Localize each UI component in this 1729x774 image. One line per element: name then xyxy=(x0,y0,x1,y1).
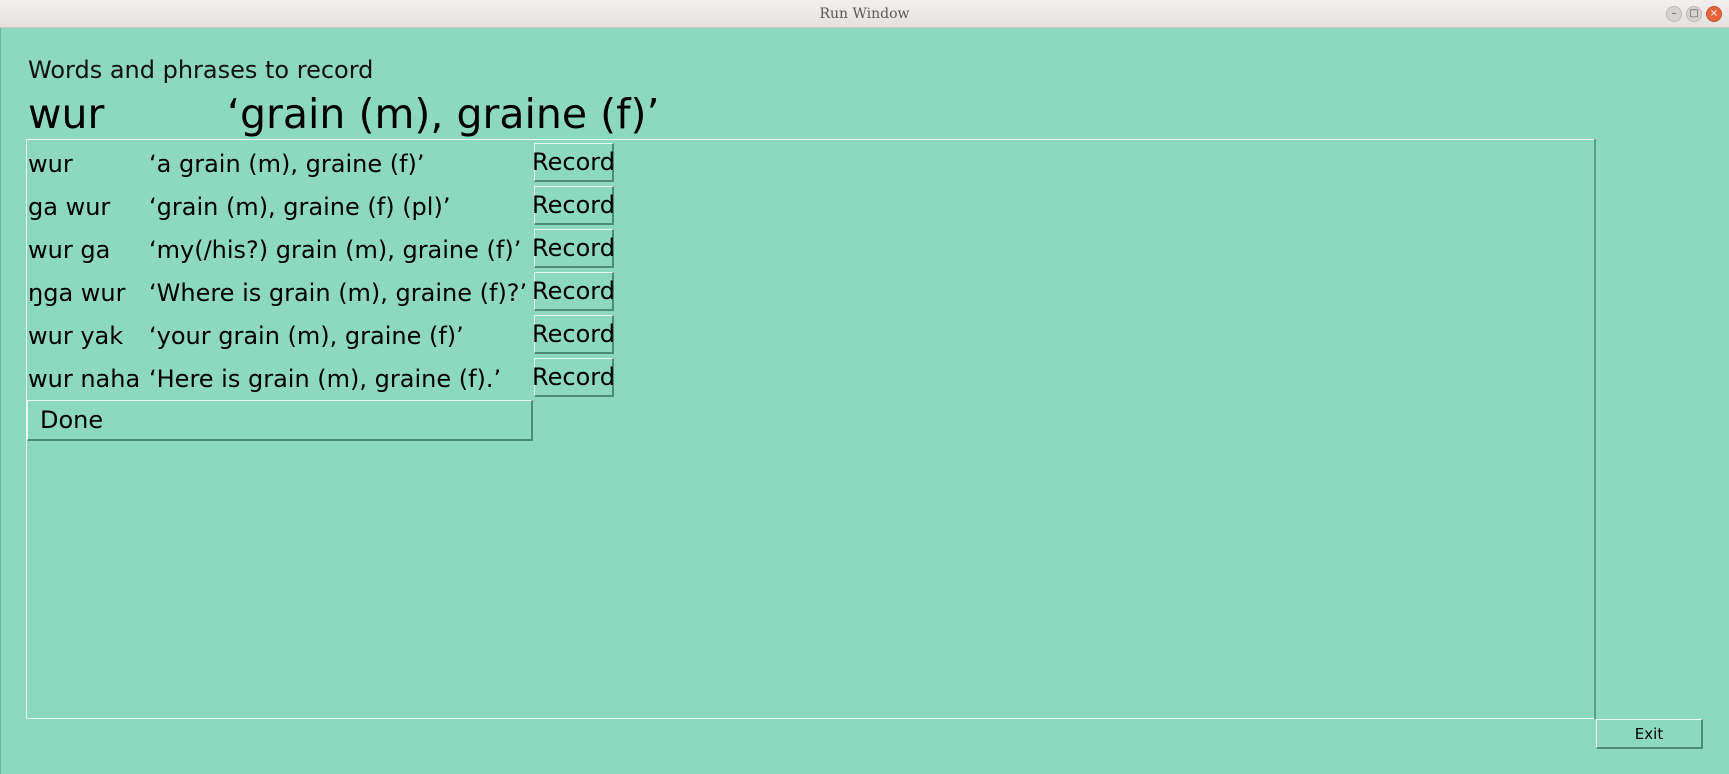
phrase-form: wur xyxy=(28,150,73,178)
phrase-form: wur ga xyxy=(28,236,111,264)
minimize-icon[interactable]: – xyxy=(1666,6,1682,22)
phrase-gloss: ‘a grain (m), graine (f)’ xyxy=(149,150,425,178)
phrase-row: wur yak ‘your grain (m), graine (f)’ Rec… xyxy=(28,314,648,354)
done-button[interactable]: Done xyxy=(27,400,533,441)
title-bar: Run Window – □ × xyxy=(0,0,1729,28)
phrase-row: wur ga ‘my(/his?) grain (m), graine (f)’… xyxy=(28,228,648,268)
current-word-form: wur xyxy=(28,90,105,138)
phrase-form: wur naha xyxy=(28,365,141,393)
phrase-gloss: ‘Where is grain (m), graine (f)?’ xyxy=(149,279,528,307)
record-button[interactable]: Record xyxy=(532,358,615,397)
phrase-row: wur naha ‘Here is grain (m), graine (f).… xyxy=(28,357,648,397)
record-button[interactable]: Record xyxy=(532,143,615,182)
phrase-row: wur ‘a grain (m), graine (f)’ Record xyxy=(28,142,648,182)
phrase-form: ŋga wur xyxy=(28,279,126,307)
maximize-icon[interactable]: □ xyxy=(1686,6,1702,22)
phrase-form: wur yak xyxy=(28,322,124,350)
record-button[interactable]: Record xyxy=(532,186,615,225)
frame-shadow xyxy=(1594,139,1596,719)
close-icon[interactable]: × xyxy=(1706,6,1722,22)
record-button[interactable]: Record xyxy=(532,315,615,354)
window-title: Run Window xyxy=(819,6,910,22)
phrase-form: ga wur xyxy=(28,193,111,221)
record-button[interactable]: Record xyxy=(532,229,615,268)
phrase-gloss: ‘grain (m), graine (f) (pl)’ xyxy=(149,193,451,221)
phrase-row: ŋga wur ‘Where is grain (m), graine (f)?… xyxy=(28,271,648,311)
phrase-gloss: ‘Here is grain (m), graine (f).’ xyxy=(149,365,502,393)
phrase-gloss: ‘your grain (m), graine (f)’ xyxy=(149,322,464,350)
phrase-gloss: ‘my(/his?) grain (m), graine (f)’ xyxy=(149,236,522,264)
current-word-gloss: ‘grain (m), graine (f)’ xyxy=(227,90,660,138)
exit-button[interactable]: Exit xyxy=(1596,719,1703,749)
phrase-row: ga wur ‘grain (m), graine (f) (pl)’ Reco… xyxy=(28,185,648,225)
page-heading: Words and phrases to record xyxy=(28,56,374,84)
record-button[interactable]: Record xyxy=(532,272,615,311)
